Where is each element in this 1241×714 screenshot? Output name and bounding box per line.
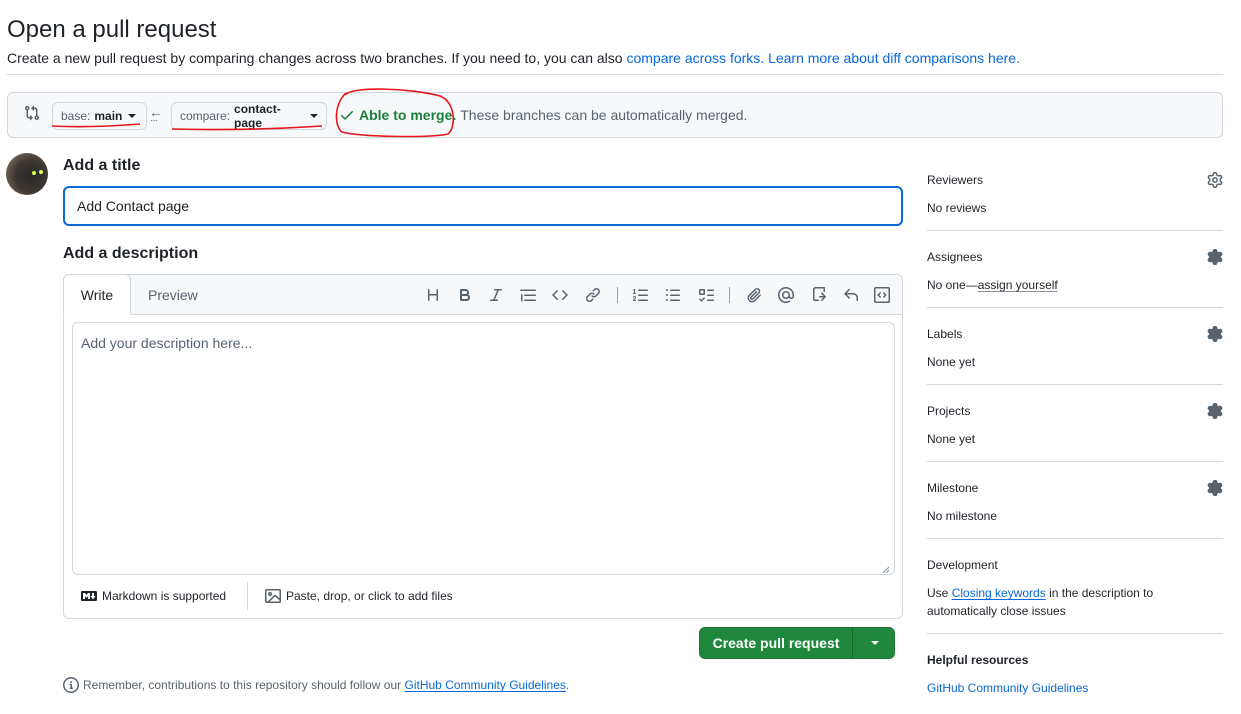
community-guidelines-link[interactable]: GitHub Community Guidelines	[405, 678, 566, 692]
sidebar-divider	[927, 230, 1223, 231]
chevron-down-icon	[310, 114, 318, 118]
gear-icon[interactable]	[1207, 480, 1223, 496]
sidebar-divider	[927, 384, 1223, 385]
sidebar-title-development: Development	[927, 558, 998, 572]
sidebar-title-milestone: Milestone	[927, 481, 979, 495]
assignees-none: No one—	[927, 278, 978, 292]
base-branch-name: main	[94, 109, 123, 123]
avatar-eye	[39, 170, 43, 174]
milestone-value: No milestone	[927, 509, 998, 523]
description-textarea[interactable]	[72, 322, 895, 575]
sidebar-divider	[927, 538, 1223, 539]
toolbar-divider	[729, 287, 730, 303]
create-pull-request-main[interactable]: Create pull request	[700, 628, 853, 658]
toolbar-divider	[617, 287, 618, 303]
merge-status-label: Able to merge.	[359, 107, 457, 123]
sidebar-title-projects: Projects	[927, 404, 971, 418]
avatar-eye	[32, 171, 36, 175]
development-value: Use Closing keywords in the description …	[927, 584, 1153, 620]
merge-status-description: These branches can be automatically merg…	[460, 107, 748, 123]
triangle-down-icon	[870, 641, 879, 645]
numbered-list-icon[interactable]	[630, 285, 652, 305]
learn-more-link[interactable]: Learn more about diff comparisons here.	[768, 50, 1020, 66]
footer-note-suffix: .	[565, 678, 570, 692]
markdown-supported[interactable]: Markdown is supported	[81, 588, 226, 604]
compare-bar: base: main ← ··· compare: contact-page A…	[7, 92, 1223, 138]
tab-preview[interactable]: Preview	[148, 287, 198, 303]
sidebar-divider	[927, 461, 1223, 462]
page-subtitle: Create a new pull request by comparing c…	[7, 49, 1020, 67]
header-divider	[7, 74, 1223, 75]
unordered-list-icon[interactable]	[662, 285, 684, 305]
git-compare-icon	[25, 105, 40, 121]
labels-value: None yet	[927, 355, 976, 369]
reviewers-value: No reviews	[927, 201, 987, 215]
title-label: Add a title	[63, 157, 141, 174]
compare-branch-name: contact-page	[234, 102, 281, 130]
add-files-button[interactable]: Paste, drop, or click to add files	[265, 588, 453, 604]
slash-commands-icon[interactable]	[871, 285, 893, 305]
merge-status: Able to merge. These branches can be aut…	[339, 107, 747, 123]
sidebar-divider	[927, 633, 1223, 634]
assignees-value: No one—assign yourself	[927, 276, 1058, 294]
chevron-down-icon	[128, 114, 137, 118]
sidebar-title-labels: Labels	[927, 327, 963, 341]
sidebar-title-assignees: Assignees	[927, 250, 983, 264]
base-prefix: base:	[61, 109, 91, 123]
avatar[interactable]	[6, 153, 48, 195]
editor-header: Write Preview	[63, 274, 902, 315]
description-label: Add a description	[63, 245, 199, 262]
gear-icon[interactable]	[1207, 403, 1223, 419]
subtitle-text: Create a new pull request by comparing c…	[7, 50, 627, 66]
italic-icon[interactable]	[485, 285, 507, 305]
title-input[interactable]	[63, 186, 903, 226]
development-suffix-1: in the description to	[1045, 586, 1154, 600]
page-title: Open a pull request	[7, 16, 217, 43]
sidebar-divider	[927, 307, 1223, 308]
compare-across-forks-link[interactable]: compare across forks.	[626, 50, 764, 66]
cross-reference-icon[interactable]	[808, 285, 830, 305]
mention-icon[interactable]	[775, 285, 797, 305]
footer-divider	[247, 582, 248, 610]
base-branch-button[interactable]: base: main	[52, 102, 147, 130]
sidebar-title-reviewers: Reviewers	[927, 173, 984, 187]
gear-icon[interactable]	[1207, 172, 1223, 188]
files-note: Paste, drop, or click to add files	[286, 589, 453, 603]
helpful-value: GitHub Community Guidelines	[927, 679, 1088, 697]
resize-grip-icon[interactable]	[880, 564, 890, 574]
sidebar-title-helpful: Helpful resources	[927, 653, 1029, 667]
heading-icon[interactable]	[422, 285, 444, 305]
gear-icon[interactable]	[1207, 326, 1223, 342]
create-pull-request-button: Create pull request	[699, 627, 895, 659]
compare-prefix: compare:	[180, 109, 231, 123]
compare-branch-button[interactable]: compare: contact-page	[171, 102, 327, 130]
code-icon[interactable]	[549, 285, 571, 305]
footer-note: Remember, contributions to this reposito…	[63, 677, 569, 693]
image-icon	[265, 589, 281, 603]
markdown-icon	[81, 591, 97, 601]
paperclip-icon[interactable]	[743, 285, 765, 305]
info-icon	[63, 677, 79, 693]
development-prefix: Use	[927, 586, 952, 600]
assign-yourself-link[interactable]: assign yourself	[978, 278, 1058, 292]
closing-keywords-link[interactable]: Closing keywords	[952, 586, 1046, 600]
footer-note-text: Remember, contributions to this reposito…	[83, 678, 405, 692]
development-suffix-2: automatically close issues	[927, 604, 1066, 618]
helpful-guidelines-link[interactable]: GitHub Community Guidelines	[927, 681, 1088, 695]
kebab-horizontal-icon: ···	[150, 115, 158, 126]
tab-write[interactable]: Write	[63, 274, 131, 315]
check-icon	[341, 111, 353, 120]
undo-icon[interactable]	[840, 285, 862, 305]
quote-icon[interactable]	[517, 285, 539, 305]
projects-value: None yet	[927, 432, 976, 446]
task-list-icon[interactable]	[695, 285, 717, 305]
create-options-dropdown[interactable]	[853, 628, 894, 658]
markdown-note: Markdown is supported	[102, 589, 227, 603]
bold-icon[interactable]	[454, 285, 476, 305]
link-icon[interactable]	[582, 285, 604, 305]
gear-icon[interactable]	[1207, 249, 1223, 265]
description-editor: Write Preview Add your description here.…	[63, 274, 903, 619]
